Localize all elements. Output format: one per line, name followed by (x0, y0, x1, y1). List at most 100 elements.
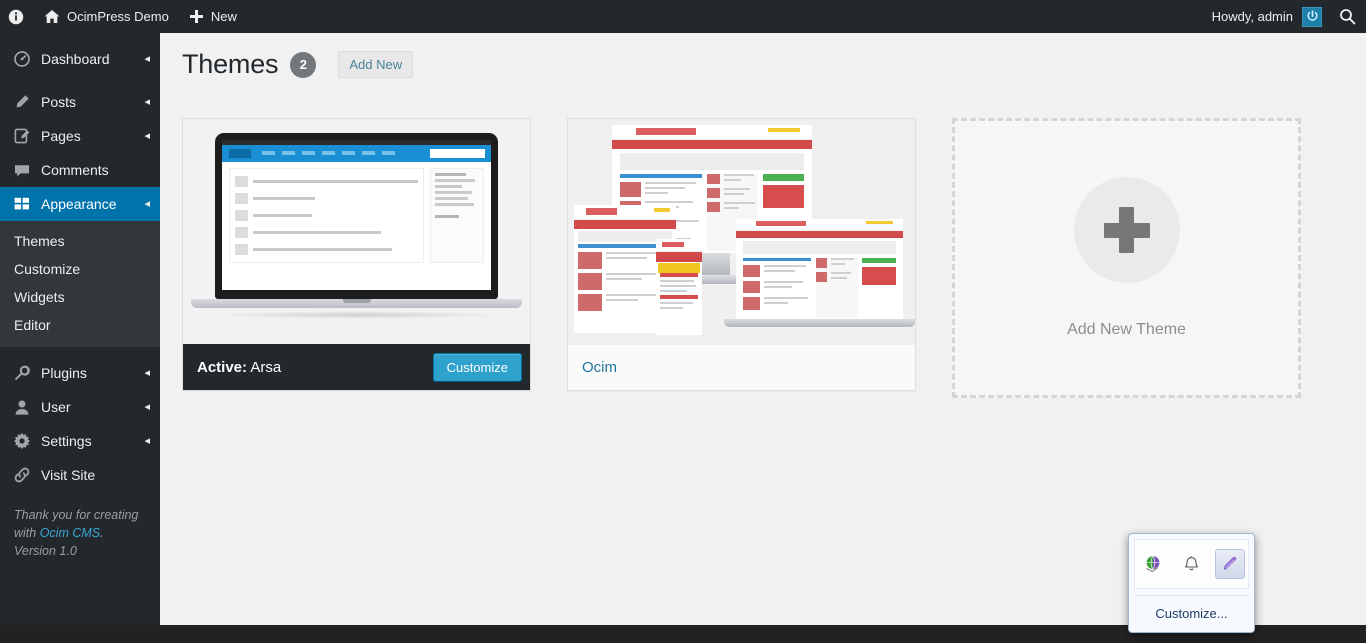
screen: OcimPress Demo New Howdy, admin Dashboar… (0, 0, 1366, 643)
device-phone (656, 239, 702, 335)
submenu-item-themes[interactable]: Themes (0, 227, 160, 255)
sidebar-item-label: Posts (41, 94, 77, 110)
mock-site-header (222, 145, 491, 162)
sidebar-item-dashboard[interactable]: Dashboard ◂ (0, 42, 160, 76)
chevron-left-icon: ◂ (144, 400, 150, 413)
responsive-devices-mockup (568, 119, 915, 344)
plus-icon (189, 9, 204, 24)
mock-body (222, 162, 491, 269)
sidebar-item-label: Comments (41, 162, 109, 178)
tray-icon-row (1134, 539, 1249, 589)
theme-grid: Active: Arsa Customize Ocim Add New Them… (182, 118, 1344, 398)
laptop-shadow (209, 311, 505, 319)
sidebar-item-posts[interactable]: Posts ◂ (0, 85, 160, 119)
customize-button[interactable]: Customize (432, 352, 522, 382)
about-menu-item[interactable] (0, 0, 34, 33)
sidebar-item-label: Pages (41, 128, 81, 144)
add-new-theme-card[interactable]: Add New Theme (952, 118, 1301, 398)
appearance-submenu: Themes Customize Widgets Editor (0, 221, 160, 347)
footer-credit: Thank you for creating with Ocim CMS. Ve… (0, 492, 160, 560)
page-edit-icon (12, 128, 32, 144)
comment-icon (12, 163, 32, 178)
mock-sidebar (430, 168, 484, 263)
mock-post (234, 190, 419, 207)
sidebar-item-label: Dashboard (41, 51, 110, 67)
theme-card-arsa[interactable]: Active: Arsa Customize (182, 118, 531, 391)
chevron-left-icon: ◂ (144, 366, 150, 379)
chevron-left-icon: ◂ (144, 95, 150, 108)
theme-name: Ocim (582, 359, 617, 376)
add-new-theme-label: Add New Theme (1067, 321, 1186, 338)
theme-count-badge: 2 (290, 51, 317, 78)
laptop-base (724, 319, 915, 327)
add-new-button[interactable]: Add New (338, 51, 414, 78)
laptop-screen (222, 140, 491, 290)
plus-icon (1073, 177, 1180, 283)
sidebar-item-appearance[interactable]: Appearance ◂ (0, 187, 160, 221)
sidebar-item-plugins[interactable]: Plugins ◂ (0, 356, 160, 390)
sidebar-item-visit-site[interactable]: Visit Site (0, 458, 160, 492)
theme-screenshot[interactable] (568, 119, 915, 344)
info-icon (8, 9, 24, 25)
laptop-body (215, 133, 498, 299)
mock-news-site (736, 219, 903, 319)
phone-screen (656, 239, 702, 335)
network-globe-icon[interactable] (1139, 549, 1169, 579)
sidebar-item-settings[interactable]: Settings ◂ (0, 424, 160, 458)
pencil-icon (12, 94, 32, 110)
credit-link[interactable]: Ocim CMS (40, 526, 100, 540)
active-prefix: Active: (197, 358, 248, 376)
wrench-icon (12, 365, 32, 381)
sidebar-item-comments[interactable]: Comments (0, 153, 160, 187)
system-tray-popup: Customize... (1128, 533, 1255, 633)
sidebar-item-user[interactable]: User ◂ (0, 390, 160, 424)
chevron-left-icon: ◂ (144, 129, 150, 142)
site-title: OcimPress Demo (67, 9, 169, 24)
mock-post (234, 224, 419, 241)
chevron-left-icon: ◂ (144, 52, 150, 65)
new-label: New (210, 9, 237, 24)
pen-icon[interactable] (1214, 549, 1245, 579)
sidebar-item-label: User (41, 399, 71, 415)
gear-icon (12, 433, 32, 449)
sidebar-separator (0, 347, 160, 356)
search-button[interactable] (1328, 0, 1366, 33)
chevron-left-icon: ◂ (144, 434, 150, 447)
theme-screenshot[interactable] (183, 119, 530, 344)
theme-name: Arsa (250, 358, 282, 376)
laptop-notch (343, 299, 371, 303)
tray-customize-link[interactable]: Customize... (1129, 596, 1254, 630)
dashboard-icon (12, 51, 32, 67)
my-account-menu-item[interactable]: Howdy, admin (1211, 6, 1328, 27)
device-laptop (736, 219, 903, 319)
laptop-blog-mockup (183, 119, 530, 344)
mock-logo (229, 149, 251, 158)
sidebar-separator (0, 76, 160, 85)
chevron-left-icon: ◂ (144, 197, 150, 210)
mock-nav (262, 151, 395, 155)
admin-bar: OcimPress Demo New Howdy, admin (0, 0, 1366, 33)
mock-post (234, 241, 419, 258)
mock-news-site (656, 239, 702, 335)
submenu-item-editor[interactable]: Editor (0, 311, 160, 339)
theme-card-ocim[interactable]: Ocim (567, 118, 916, 391)
submenu-item-customize[interactable]: Customize (0, 255, 160, 283)
search-icon (1339, 8, 1356, 25)
howdy-label: Howdy, admin (1211, 9, 1293, 24)
laptop-screen (736, 219, 903, 319)
sidebar-item-label: Visit Site (41, 467, 96, 483)
mock-search-box (430, 149, 485, 158)
sidebar-item-pages[interactable]: Pages ◂ (0, 119, 160, 153)
sidebar-item-label: Appearance (41, 196, 117, 212)
site-name-menu-item[interactable]: OcimPress Demo (34, 0, 179, 33)
link-icon (12, 467, 32, 483)
mock-post (234, 207, 419, 224)
submenu-item-widgets[interactable]: Widgets (0, 283, 160, 311)
page-title: Themes (182, 49, 279, 79)
new-content-menu-item[interactable]: New (179, 0, 247, 33)
bell-icon[interactable] (1177, 549, 1207, 579)
active-theme-label: Active: Arsa (197, 359, 281, 376)
theme-card-footer: Ocim (568, 344, 915, 390)
admin-sidebar: Dashboard ◂ Posts ◂ Pages ◂ Comments App… (0, 33, 160, 643)
user-icon (12, 400, 32, 415)
